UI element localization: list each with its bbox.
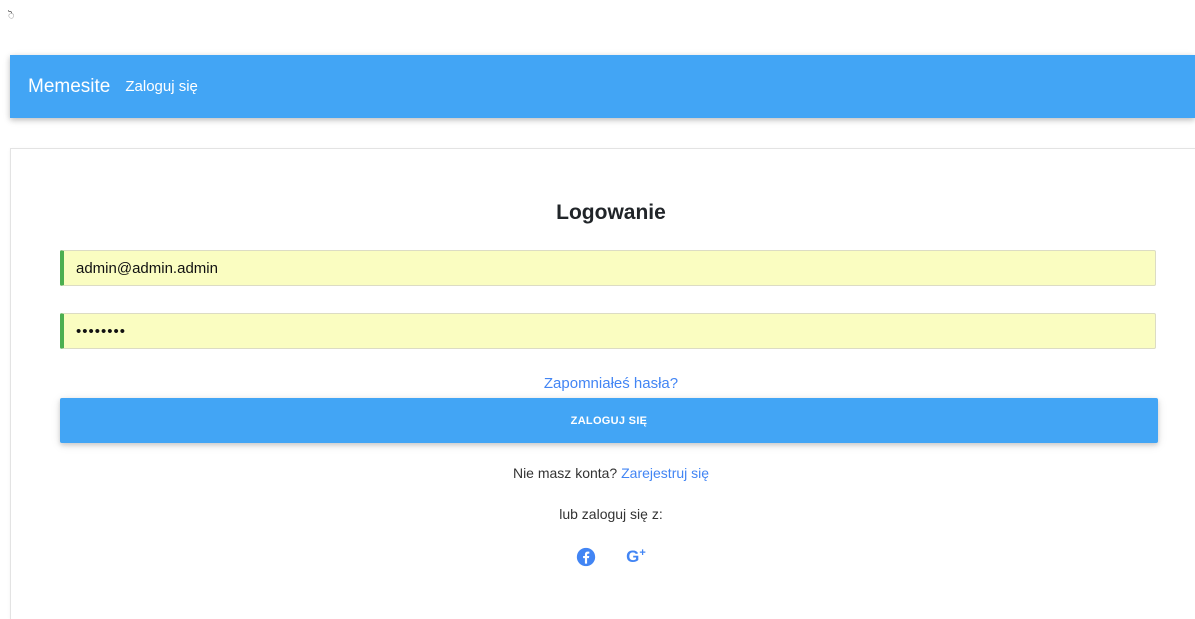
nav-login-link[interactable]: Zaloguj się — [125, 78, 198, 95]
forgot-password-link[interactable]: Zapomniałeś hasła? — [11, 375, 1195, 392]
page-title: Logowanie — [556, 201, 666, 224]
social-login-row: G+ — [11, 543, 1195, 571]
facebook-login-button[interactable] — [572, 543, 600, 571]
register-line: Nie masz konta? Zarejestruj się — [11, 465, 1195, 481]
google-plus-icon: G+ — [626, 547, 646, 566]
corner-mark: ॆ — [8, 10, 15, 22]
google-plus-login-button[interactable]: G+ — [622, 543, 650, 571]
social-login-label: lub zaloguj się z: — [559, 506, 663, 522]
login-card: Logowanie Zapomniałeś hasła? ZALOGUJ SIĘ… — [10, 148, 1195, 619]
email-field[interactable] — [60, 250, 1156, 286]
register-link[interactable]: Zarejestruj się — [621, 465, 709, 481]
no-account-text: Nie masz konta? — [512, 465, 618, 481]
password-field[interactable] — [60, 313, 1156, 349]
brand-logo[interactable]: Memesite — [28, 76, 110, 98]
login-button[interactable]: ZALOGUJ SIĘ — [60, 398, 1158, 443]
navbar: Memesite Zaloguj się — [10, 55, 1195, 118]
facebook-icon — [576, 547, 596, 567]
